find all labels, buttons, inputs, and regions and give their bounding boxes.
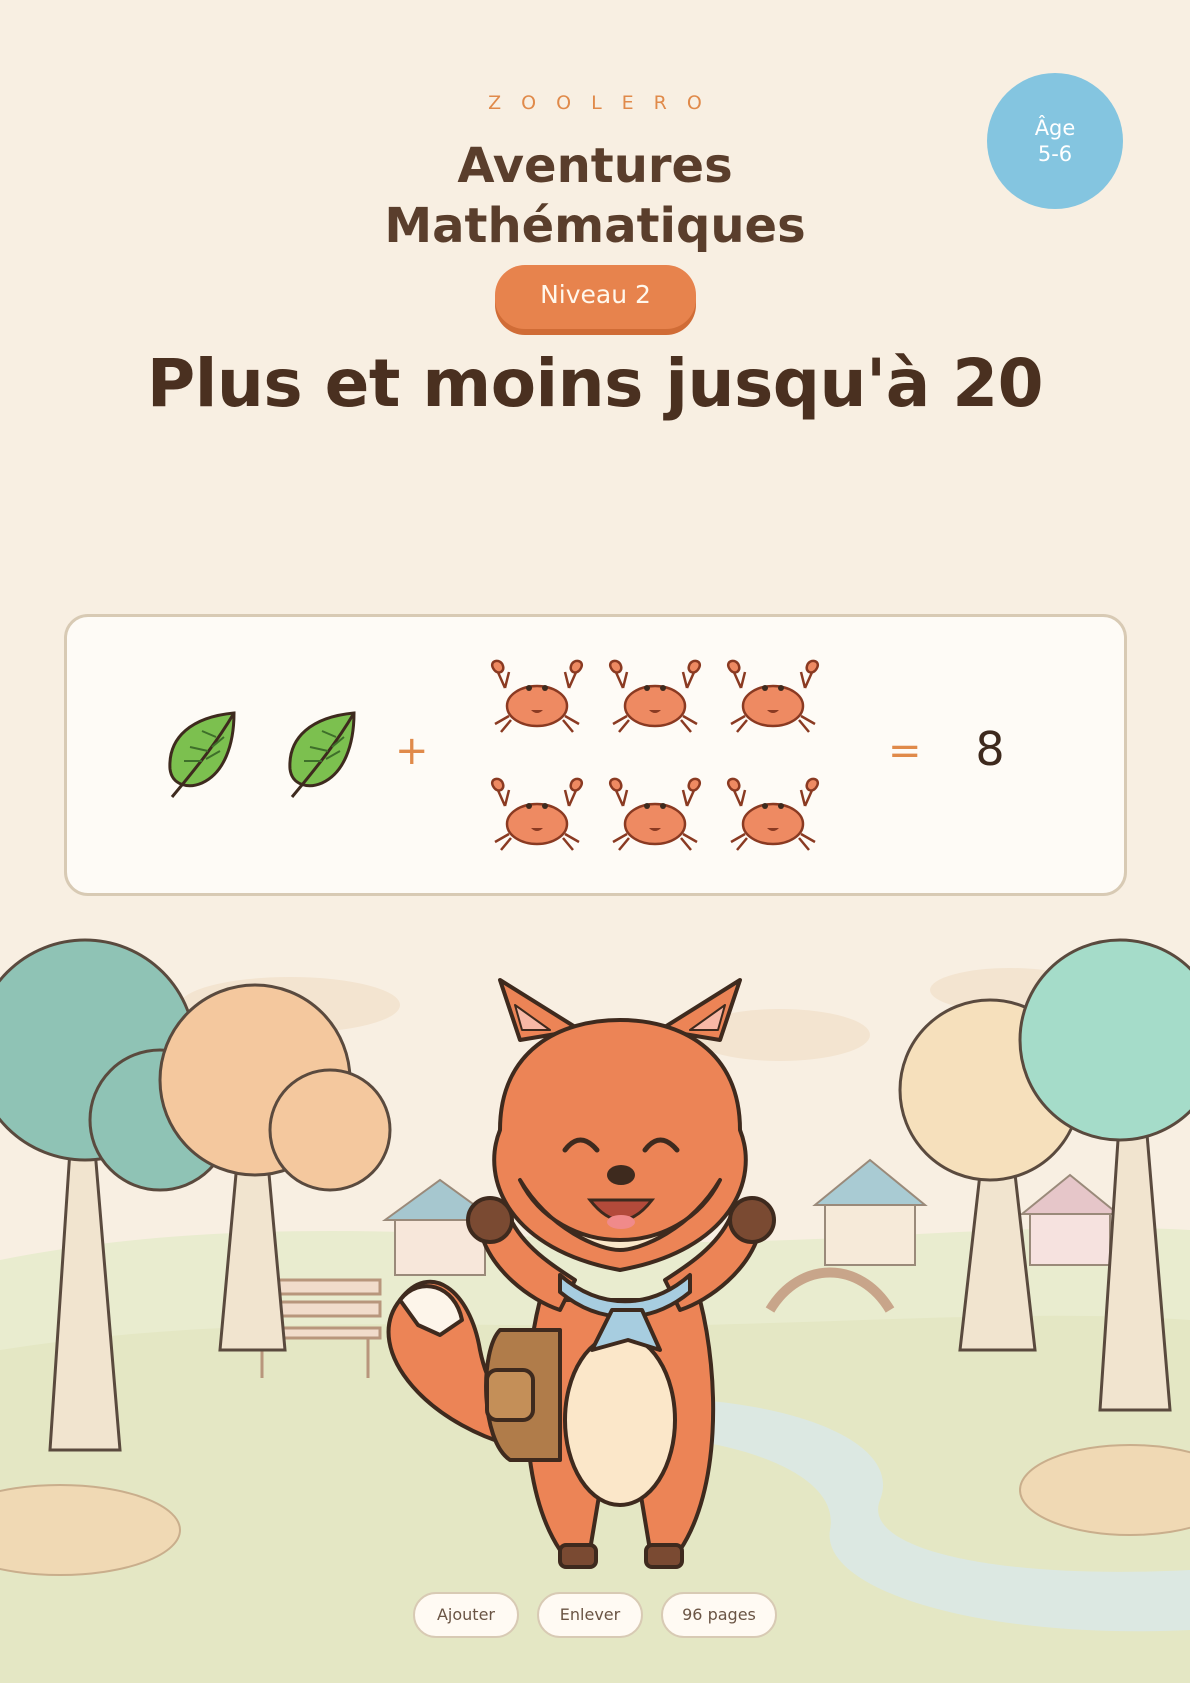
- chip-subtract[interactable]: Enlever: [537, 1592, 643, 1638]
- chip-page-count[interactable]: 96 pages: [661, 1592, 777, 1638]
- tag-chips: Ajouter Enlever 96 pages: [0, 1592, 1190, 1638]
- chip-add[interactable]: Ajouter: [413, 1592, 519, 1638]
- age-badge: Âge 5-6: [987, 73, 1123, 209]
- equation-answer: 8: [975, 722, 1005, 776]
- crab-icon: [608, 777, 702, 851]
- crab-icon: [490, 777, 584, 851]
- title-line-2: Mathématiques: [384, 198, 806, 254]
- age-range: 5-6: [1037, 142, 1073, 166]
- leaf-icon: [168, 711, 236, 798]
- age-label: Âge: [1034, 116, 1076, 140]
- park-scene-illustration: [0, 938, 1190, 1683]
- crab-icon: [726, 777, 820, 851]
- equals-operator: =: [888, 728, 922, 774]
- crab-icon: [608, 659, 702, 733]
- leaf-icon: [288, 711, 356, 798]
- crab-icon: [726, 659, 820, 733]
- level-badge: Niveau 2: [495, 265, 696, 329]
- plus-operator: +: [395, 728, 429, 774]
- worksheet-cover: ZOOLERO Aventures Mathématiques Niveau 2…: [0, 0, 1190, 1683]
- crab-icon: [490, 659, 584, 733]
- worksheet-subtitle: Plus et moins jusqu'à 20: [146, 345, 1044, 422]
